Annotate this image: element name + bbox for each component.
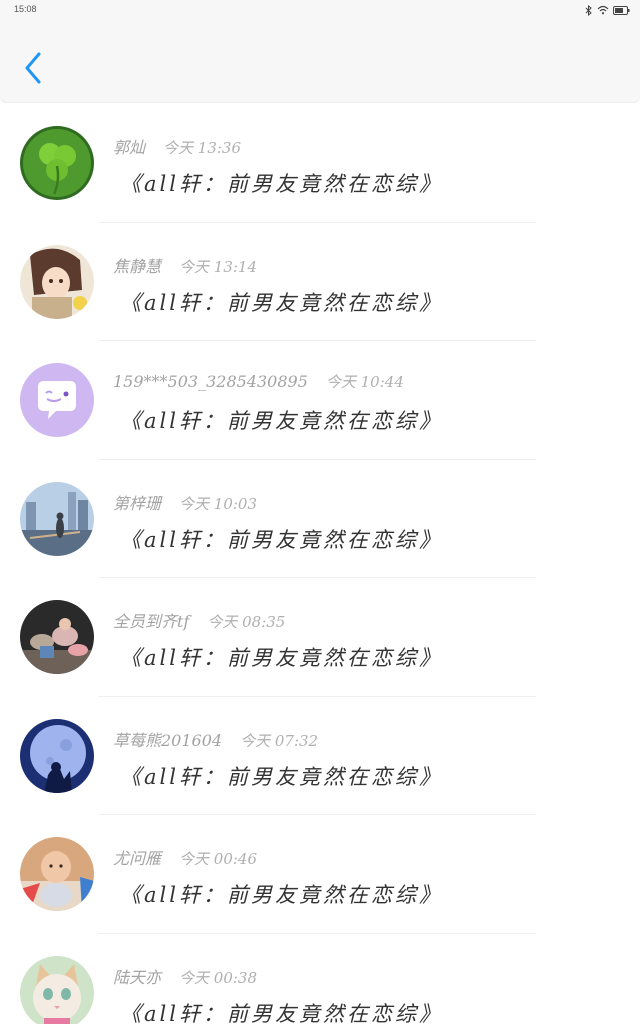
comment-text: 《all轩：前男友竟然在恋综》 bbox=[120, 290, 443, 315]
comment-time: 今天 08:35 bbox=[207, 613, 286, 631]
back-button[interactable] bbox=[18, 48, 48, 88]
comment-meta: 郭灿 今天 13:36 bbox=[113, 134, 241, 158]
moon-avatar[interactable] bbox=[20, 718, 94, 793]
comment-text: 《all轩：前男友竟然在恋综》 bbox=[120, 646, 443, 670]
comment-meta: 陆天亦 今天 00:38 bbox=[113, 964, 257, 988]
comment-text: 《all轩：前男友竟然在恋综》 bbox=[120, 883, 443, 907]
comment-meta: 159***503_3285430895 今天 10:44 bbox=[113, 371, 404, 392]
battery-icon bbox=[613, 5, 630, 15]
header-bar bbox=[0, 20, 640, 103]
list-item[interactable]: 草莓熊201604 今天 07:32 《all轩：前男友竟然在恋综》 bbox=[0, 697, 640, 815]
clover-avatar[interactable] bbox=[20, 126, 94, 200]
comment-time: 今天 13:36 bbox=[163, 139, 242, 157]
comment-meta: 全员到齐tf 今天 08:35 bbox=[113, 608, 285, 632]
comment-time: 今天 10:44 bbox=[325, 373, 404, 391]
comment-time: 今天 00:46 bbox=[179, 850, 258, 868]
comment-meta: 尤问雁 今天 00:46 bbox=[113, 845, 257, 869]
wifi-icon bbox=[597, 5, 609, 15]
group-photo-avatar[interactable] bbox=[20, 600, 94, 674]
comment-time: 今天 10:03 bbox=[179, 494, 258, 513]
comment-time: 今天 07:32 bbox=[240, 731, 319, 750]
comment-meta: 第梓珊 今天 10:03 bbox=[113, 490, 257, 514]
user-name[interactable]: 陆天亦 bbox=[113, 968, 161, 987]
comment-text: 《all轩：前男友竟然在恋综》 bbox=[120, 172, 443, 196]
user-name[interactable]: 159***503_3285430895 bbox=[113, 372, 308, 391]
city-photo-avatar[interactable] bbox=[20, 481, 94, 556]
status-icons bbox=[585, 3, 630, 17]
anime-avatar[interactable] bbox=[20, 244, 94, 319]
user-name[interactable]: 全员到齐tf bbox=[113, 612, 189, 631]
baby-avatar[interactable] bbox=[20, 837, 94, 911]
list-item[interactable]: 尤问雁 今天 00:46 《all轩：前男友竟然在恋综》 bbox=[0, 815, 640, 934]
default-chat-avatar[interactable] bbox=[20, 363, 94, 437]
comment-list-screen: 15:08 郭灿 今天 13:36 《all轩：前男友竟然在恋综》 焦静慧 今天… bbox=[0, 0, 640, 1024]
cat-avatar[interactable] bbox=[20, 955, 94, 1024]
list-item[interactable]: 郭灿 今天 13:36 《all轩：前男友竟然在恋综》 bbox=[0, 104, 640, 223]
list-item[interactable]: 159***503_3285430895 今天 10:44 《all轩：前男友竟然… bbox=[0, 341, 640, 460]
comment-time: 今天 00:38 bbox=[179, 968, 258, 987]
user-name[interactable]: 第梓珊 bbox=[113, 494, 161, 513]
comment-text: 《all轩：前男友竟然在恋综》 bbox=[120, 527, 443, 552]
status-time: 15:08 bbox=[14, 4, 37, 14]
list-item[interactable]: 陆天亦 今天 00:38 《all轩：前男友竟然在恋综》 bbox=[0, 934, 640, 1024]
status-bar: 15:08 bbox=[0, 0, 640, 20]
user-name[interactable]: 草莓熊201604 bbox=[113, 731, 222, 750]
comment-text: 《all轩：前男友竟然在恋综》 bbox=[120, 409, 443, 433]
comment-meta: 焦静慧 今天 13:14 bbox=[113, 253, 257, 277]
list-item[interactable]: 焦静慧 今天 13:14 《all轩：前男友竟然在恋综》 bbox=[0, 223, 640, 341]
chevron-left-icon bbox=[25, 52, 41, 84]
comment-text: 《all轩：前男友竟然在恋综》 bbox=[120, 764, 443, 789]
comment-list: 郭灿今天 13:36 《all轩：前男友竟然在恋综》 焦静慧今天 13:14 bbox=[0, 104, 640, 1024]
user-name[interactable]: 郭灿 bbox=[113, 138, 145, 157]
comment-meta: 草莓熊201604 今天 07:32 bbox=[113, 727, 318, 751]
user-name[interactable]: 尤问雁 bbox=[113, 849, 161, 868]
comment-text: 《all轩：前男友竟然在恋综》 bbox=[120, 1001, 443, 1024]
bluetooth-icon bbox=[585, 4, 593, 16]
comment-time: 今天 13:14 bbox=[179, 257, 258, 276]
list-item[interactable]: 全员到齐tf 今天 08:35 《all轩：前男友竟然在恋综》 bbox=[0, 578, 640, 697]
user-name[interactable]: 焦静慧 bbox=[113, 257, 161, 276]
list-item[interactable]: 第梓珊 今天 10:03 《all轩：前男友竟然在恋综》 bbox=[0, 460, 640, 578]
